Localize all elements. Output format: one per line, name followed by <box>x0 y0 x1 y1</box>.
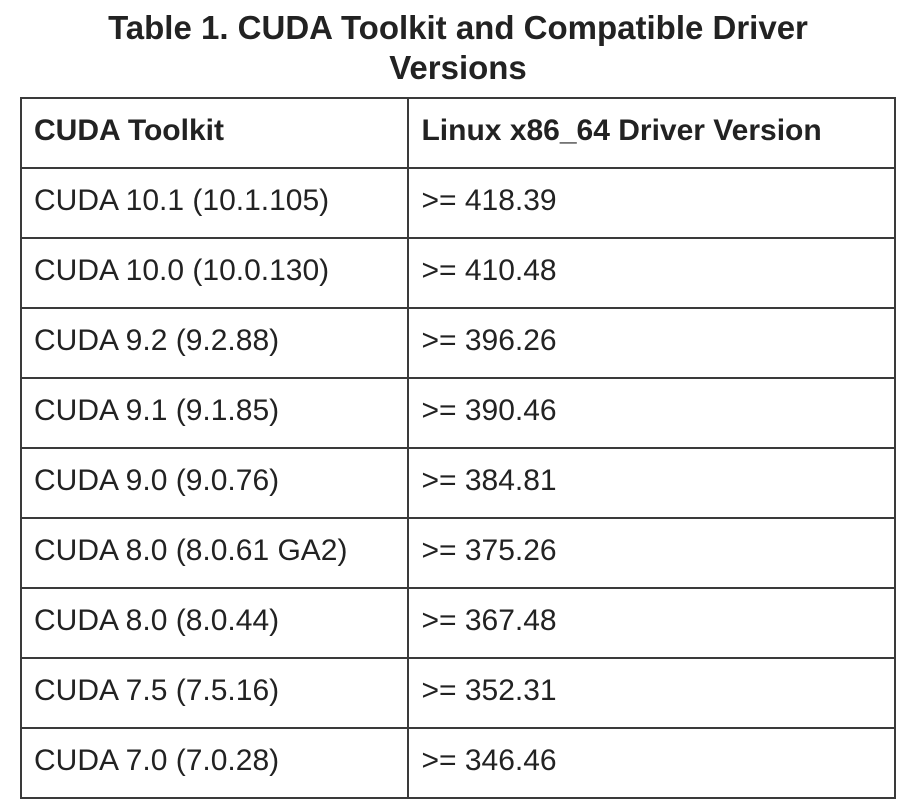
col-header-driver-version: Linux x86_64 Driver Version <box>408 98 895 168</box>
cell-driver: >= 418.39 <box>408 168 895 238</box>
table-header-row: CUDA Toolkit Linux x86_64 Driver Version <box>21 98 895 168</box>
cell-toolkit: CUDA 7.0 (7.0.28) <box>21 728 408 798</box>
table-caption: Table 1. CUDA Toolkit and Compatible Dri… <box>20 8 896 87</box>
table-row: CUDA 7.5 (7.5.16) >= 352.31 <box>21 658 895 728</box>
cell-driver: >= 390.46 <box>408 378 895 448</box>
cell-driver: >= 346.46 <box>408 728 895 798</box>
cell-driver: >= 410.48 <box>408 238 895 308</box>
table-row: CUDA 9.1 (9.1.85) >= 390.46 <box>21 378 895 448</box>
table-row: CUDA 9.2 (9.2.88) >= 396.26 <box>21 308 895 378</box>
table-row: CUDA 8.0 (8.0.44) >= 367.48 <box>21 588 895 658</box>
cell-toolkit: CUDA 7.5 (7.5.16) <box>21 658 408 728</box>
table-row: CUDA 10.0 (10.0.130) >= 410.48 <box>21 238 895 308</box>
table-row: CUDA 9.0 (9.0.76) >= 384.81 <box>21 448 895 518</box>
table-row: CUDA 7.0 (7.0.28) >= 346.46 <box>21 728 895 798</box>
cell-toolkit: CUDA 9.2 (9.2.88) <box>21 308 408 378</box>
cell-toolkit: CUDA 8.0 (8.0.44) <box>21 588 408 658</box>
table-row: CUDA 8.0 (8.0.61 GA2) >= 375.26 <box>21 518 895 588</box>
cuda-driver-compat-table: CUDA Toolkit Linux x86_64 Driver Version… <box>20 97 896 799</box>
cell-toolkit: CUDA 9.0 (9.0.76) <box>21 448 408 518</box>
cell-toolkit: CUDA 10.0 (10.0.130) <box>21 238 408 308</box>
cell-driver: >= 396.26 <box>408 308 895 378</box>
table-row: CUDA 10.1 (10.1.105) >= 418.39 <box>21 168 895 238</box>
cell-driver: >= 352.31 <box>408 658 895 728</box>
cell-driver: >= 367.48 <box>408 588 895 658</box>
cell-driver: >= 384.81 <box>408 448 895 518</box>
cell-toolkit: CUDA 9.1 (9.1.85) <box>21 378 408 448</box>
cell-toolkit: CUDA 10.1 (10.1.105) <box>21 168 408 238</box>
col-header-cuda-toolkit: CUDA Toolkit <box>21 98 408 168</box>
cell-toolkit: CUDA 8.0 (8.0.61 GA2) <box>21 518 408 588</box>
cell-driver: >= 375.26 <box>408 518 895 588</box>
